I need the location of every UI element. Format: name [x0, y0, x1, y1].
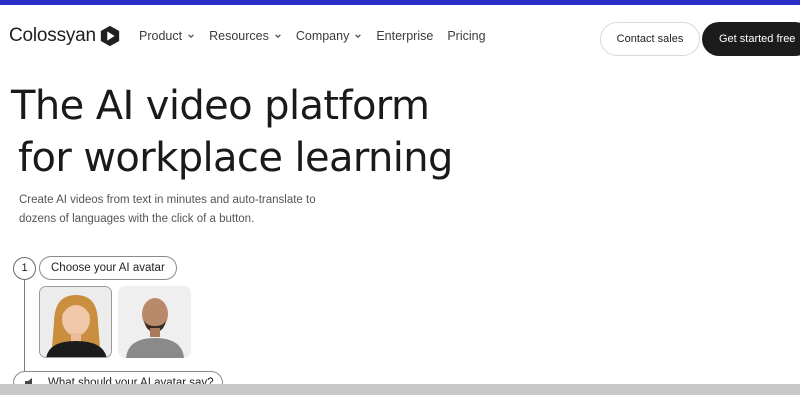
nav-item-label: Enterprise: [376, 29, 434, 43]
nav-item-enterprise[interactable]: Enterprise: [376, 29, 433, 43]
avatar-man-icon: [118, 286, 191, 358]
avatar-option-man[interactable]: [118, 286, 191, 358]
hero-subtitle: Create AI videos from text in minutes an…: [19, 194, 316, 225]
step-label-pill[interactable]: Choose your AI avatar: [39, 256, 177, 280]
avatar-option-woman[interactable]: [39, 286, 112, 358]
hero-title: The AI video platform for workplace lear…: [11, 80, 453, 184]
brand-name: Colossyan: [9, 25, 96, 46]
hero-title-line-2: for workplace learning: [18, 135, 453, 181]
nav-item-resources[interactable]: Resources: [209, 29, 282, 43]
nav-links: Product Resources Company Enterprise Pri…: [139, 29, 500, 43]
chevron-down-icon: [355, 34, 362, 38]
chevron-down-icon: [275, 34, 281, 38]
avatar-woman-icon: [40, 287, 111, 357]
step-1: 1 Choose your AI avatar: [13, 256, 177, 280]
colossyan-logo-icon: [100, 25, 120, 47]
step-connector-line: [24, 280, 25, 380]
hero-title-line-1: The AI video platform: [11, 83, 430, 129]
brand-logo[interactable]: Colossyan: [9, 25, 121, 47]
nav-item-label: Pricing: [447, 29, 486, 43]
chevron-down-icon: [188, 34, 194, 38]
nav-item-label: Company: [295, 29, 350, 43]
nav-item-company[interactable]: Company: [296, 29, 363, 43]
nav-item-pricing[interactable]: Pricing: [447, 29, 485, 43]
nav-item-product[interactable]: Product: [139, 29, 195, 43]
horizontal-scrollbar[interactable]: [0, 384, 800, 395]
top-navigation: Colossyan Product Resources Company Ente…: [0, 5, 800, 67]
contact-sales-button[interactable]: Contact sales: [600, 22, 700, 56]
get-started-button[interactable]: Get started free: [702, 22, 800, 56]
nav-item-label: Resources: [209, 29, 269, 43]
step-number-badge: 1: [13, 256, 36, 280]
nav-item-label: Product: [139, 29, 183, 43]
